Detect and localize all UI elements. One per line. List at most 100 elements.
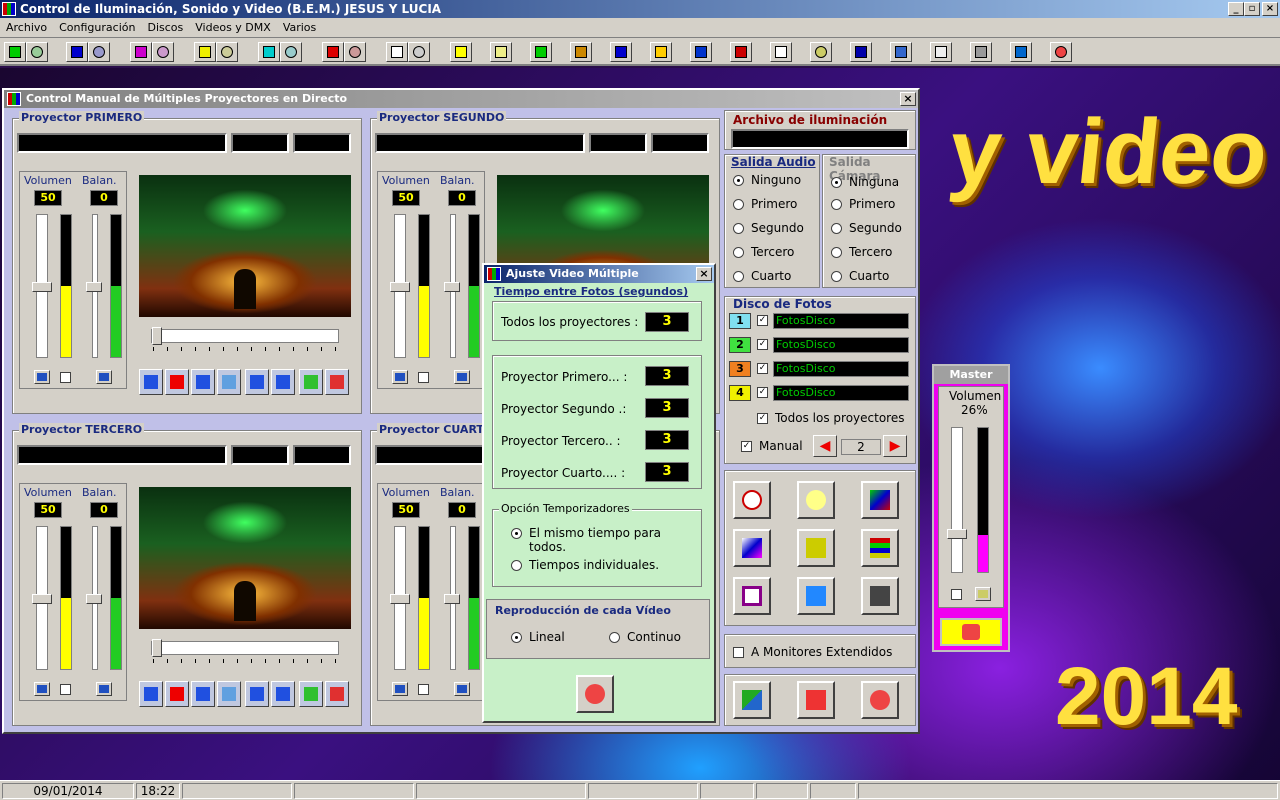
toolbar-magenta-doc-button[interactable] bbox=[130, 42, 152, 62]
speaker-tool-button[interactable] bbox=[797, 577, 835, 615]
toolbar-monitor-button[interactable] bbox=[850, 42, 872, 62]
volume-slider-thumb[interactable] bbox=[390, 594, 410, 604]
todos-time-value[interactable]: 3 bbox=[645, 312, 689, 332]
palette-tool-button[interactable] bbox=[861, 529, 899, 567]
first-button[interactable] bbox=[139, 681, 163, 707]
toolbar-magenta-disk-button[interactable] bbox=[152, 42, 174, 62]
main-window-close-button[interactable]: × bbox=[900, 92, 916, 106]
minimize-button[interactable]: _ bbox=[1228, 2, 1244, 16]
toolbar-red-panel-button[interactable] bbox=[730, 42, 752, 62]
bulb-tool-button[interactable] bbox=[797, 481, 835, 519]
position-slider-thumb[interactable] bbox=[152, 327, 162, 345]
mismo-tiempo-radio[interactable] bbox=[511, 528, 522, 539]
play-button[interactable] bbox=[245, 369, 269, 395]
toolbar-red-doc-button[interactable] bbox=[322, 42, 344, 62]
forward-button[interactable] bbox=[271, 681, 295, 707]
todos-checkbox[interactable]: ✓ bbox=[757, 413, 768, 424]
menu-varios[interactable]: Varios bbox=[277, 18, 322, 38]
toolbar-green-disk-button[interactable] bbox=[26, 42, 48, 62]
mute-right-icon[interactable] bbox=[96, 370, 112, 384]
disk-1-number[interactable]: 1 bbox=[729, 313, 751, 329]
toolbar-blue-doc-button[interactable] bbox=[66, 42, 88, 62]
toolbar-red-disk-button[interactable] bbox=[344, 42, 366, 62]
toolbar-cyan-doc-button[interactable] bbox=[258, 42, 280, 62]
volume-slider-thumb[interactable] bbox=[32, 282, 52, 292]
audio-radio-ninguno[interactable] bbox=[733, 175, 744, 186]
menu-configuracion[interactable]: Configuración bbox=[53, 18, 141, 38]
balance-slider-thumb[interactable] bbox=[444, 594, 460, 604]
toolbar-image-button[interactable] bbox=[1010, 42, 1032, 62]
hand-tool-button[interactable] bbox=[733, 481, 771, 519]
toolbar-blue-disk-button[interactable] bbox=[88, 42, 110, 62]
light-tool-button[interactable] bbox=[797, 529, 835, 567]
mute-left-icon[interactable] bbox=[392, 682, 408, 696]
proyector-primero-time-value[interactable]: 3 bbox=[645, 366, 689, 386]
camera-radio-ninguna[interactable] bbox=[831, 177, 842, 188]
disk-3-number[interactable]: 3 bbox=[729, 361, 751, 377]
power-button[interactable] bbox=[861, 681, 899, 719]
dialog-close-button[interactable]: × bbox=[696, 267, 712, 281]
proyector-tercero-time-value[interactable]: 3 bbox=[645, 430, 689, 450]
mute-checkbox[interactable] bbox=[60, 684, 71, 695]
pause-button[interactable] bbox=[217, 681, 241, 707]
mute-checkbox[interactable] bbox=[60, 372, 71, 383]
menu-videos-dmx[interactable]: Videos y DMX bbox=[189, 18, 277, 38]
toolbar-power-button[interactable] bbox=[1050, 42, 1072, 62]
mute-left-icon[interactable] bbox=[34, 682, 50, 696]
manual-prev-button[interactable]: ◀ bbox=[813, 435, 837, 457]
audio-radio-segundo[interactable] bbox=[733, 223, 744, 234]
cancel-x-button[interactable] bbox=[325, 681, 349, 707]
camera-radio-segundo[interactable] bbox=[831, 223, 842, 234]
master-volume-thumb[interactable] bbox=[947, 529, 967, 539]
continuo-radio[interactable] bbox=[609, 632, 620, 643]
forward-button[interactable] bbox=[271, 369, 295, 395]
audio-radio-cuarto[interactable] bbox=[733, 271, 744, 282]
menu-archivo[interactable]: Archivo bbox=[0, 18, 53, 38]
mute-checkbox[interactable] bbox=[418, 372, 429, 383]
mute-right-icon[interactable] bbox=[454, 370, 470, 384]
tiempos-individuales-radio[interactable] bbox=[511, 560, 522, 571]
disk-4-number[interactable]: 4 bbox=[729, 385, 751, 401]
audio-radio-primero[interactable] bbox=[733, 199, 744, 210]
proyector-segundo-time-value[interactable]: 3 bbox=[645, 398, 689, 418]
toolbar-card-button[interactable] bbox=[650, 42, 672, 62]
toolbar-bulb-button[interactable] bbox=[490, 42, 512, 62]
dialog-power-button[interactable] bbox=[576, 675, 614, 713]
master-mute-icon[interactable] bbox=[975, 587, 991, 601]
volume-slider-thumb[interactable] bbox=[390, 282, 410, 292]
toolbar-dmx-button[interactable] bbox=[690, 42, 712, 62]
toolbar-yellow-doc-button[interactable] bbox=[194, 42, 216, 62]
disk-3-checkbox[interactable]: ✓ bbox=[757, 363, 768, 374]
toolbar-move-button[interactable] bbox=[970, 42, 992, 62]
position-slider[interactable] bbox=[151, 327, 339, 345]
toolbar-square-button[interactable] bbox=[530, 42, 552, 62]
toolbar-v-button[interactable] bbox=[890, 42, 912, 62]
toolbar-gear-button[interactable] bbox=[810, 42, 832, 62]
master-volume-slider[interactable] bbox=[951, 427, 963, 573]
restore-button[interactable]: ▫ bbox=[1244, 2, 1260, 16]
toolbar-cyan-disk-button[interactable] bbox=[280, 42, 302, 62]
toolbar-white-doc-button[interactable] bbox=[386, 42, 408, 62]
cancel-button[interactable] bbox=[797, 681, 835, 719]
laptop-tool-button[interactable] bbox=[861, 577, 899, 615]
balance-slider-thumb[interactable] bbox=[86, 594, 102, 604]
volume-slider-thumb[interactable] bbox=[32, 594, 52, 604]
fullscreen-button[interactable] bbox=[733, 681, 771, 719]
first-button[interactable] bbox=[139, 369, 163, 395]
camera-radio-primero[interactable] bbox=[831, 199, 842, 210]
close-button[interactable]: × bbox=[1262, 2, 1278, 16]
camera-radio-cuarto[interactable] bbox=[831, 271, 842, 282]
play-button[interactable] bbox=[245, 681, 269, 707]
master-power-button[interactable] bbox=[940, 618, 1002, 646]
lineal-radio[interactable] bbox=[511, 632, 522, 643]
pause-button[interactable] bbox=[217, 369, 241, 395]
camera-radio-tercero[interactable] bbox=[831, 247, 842, 258]
disk-1-checkbox[interactable]: ✓ bbox=[757, 315, 768, 326]
mute-left-icon[interactable] bbox=[34, 370, 50, 384]
mute-right-icon[interactable] bbox=[454, 682, 470, 696]
toolbar-yellow-disk-button[interactable] bbox=[216, 42, 238, 62]
stop-button[interactable] bbox=[165, 681, 189, 707]
rewind-button[interactable] bbox=[191, 369, 215, 395]
r-tool-button[interactable] bbox=[733, 577, 771, 615]
menu-discos[interactable]: Discos bbox=[141, 18, 189, 38]
